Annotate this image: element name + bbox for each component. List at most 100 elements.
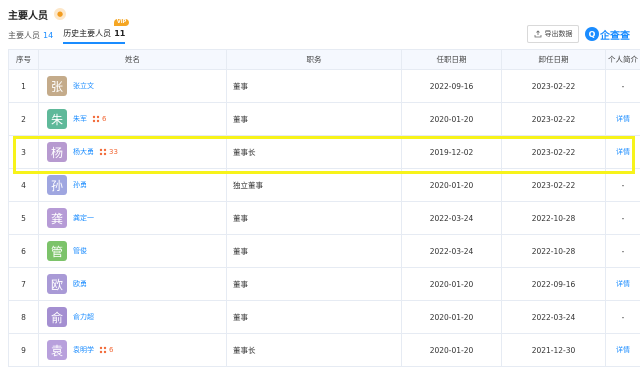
person-name-link[interactable]: 俞力超 <box>73 312 94 322</box>
tab-count: 11 <box>114 29 126 38</box>
cell-end-date: 2022-03-24 <box>501 300 606 334</box>
cell-end-date: 2021-12-30 <box>501 333 606 367</box>
table-header-row: 序号 姓名 职务 任职日期 卸任日期 个人简介 <box>8 49 640 70</box>
section-header: 主要人员 ● <box>8 6 66 22</box>
person-name-link[interactable]: 孙勇 <box>73 180 87 190</box>
cell-index: 5 <box>8 201 39 235</box>
profile-detail-link[interactable]: 详情 <box>616 346 630 354</box>
tab-main-personnel[interactable]: 主要人员 14 <box>8 30 53 44</box>
profile-detail-link: - <box>621 81 625 91</box>
cell-profile: - <box>605 234 640 268</box>
cell-profile: - <box>605 69 640 103</box>
table-row: 2 朱 朱军 6 董事 2020-01-20 2023-02-22 详情 <box>8 102 640 136</box>
relation-count[interactable]: 33 <box>99 148 118 156</box>
vip-badge: VIP <box>113 19 130 26</box>
cell-profile: - <box>605 201 640 235</box>
cell-start-date: 2022-03-24 <box>401 234 502 268</box>
cell-start-date: 2022-09-16 <box>401 69 502 103</box>
cell-profile: 详情 <box>605 333 640 367</box>
cell-start-date: 2020-01-20 <box>401 300 502 334</box>
person-name-link[interactable]: 张立文 <box>73 81 94 91</box>
export-data-button[interactable]: 导出数据 <box>527 25 579 43</box>
cell-position: 董事 <box>226 300 402 334</box>
header-end-date: 卸任日期 <box>501 49 606 70</box>
tab-history-personnel[interactable]: 历史主要人员 11 VIP <box>63 19 130 44</box>
cell-index: 7 <box>8 267 39 301</box>
cell-start-date: 2020-01-20 <box>401 333 502 367</box>
cell-start-date: 2020-01-20 <box>401 102 502 136</box>
relation-count[interactable]: 6 <box>99 346 113 354</box>
cell-index: 4 <box>8 168 39 202</box>
cell-index: 9 <box>8 333 39 367</box>
avatar[interactable]: 俞 <box>47 307 67 327</box>
cell-end-date: 2023-02-22 <box>501 168 606 202</box>
profile-detail-link[interactable]: 详情 <box>616 280 630 288</box>
brand-name: 企查查 <box>600 30 630 42</box>
cell-name: 欧 欧勇 <box>38 267 227 301</box>
profile-detail-link: - <box>621 213 625 223</box>
cell-position: 独立董事 <box>226 168 402 202</box>
cell-profile: 详情 <box>605 102 640 136</box>
cell-end-date: 2023-02-22 <box>501 135 606 169</box>
cell-profile: - <box>605 300 640 334</box>
export-icon <box>534 30 541 38</box>
tab-label: 历史主要人员 <box>63 29 112 38</box>
table-row: 3 杨 杨大勇 33 董事长 2019-12-02 2023-02-22 详情 <box>8 135 640 169</box>
cell-position: 董事 <box>226 267 402 301</box>
relation-count-value: 33 <box>109 148 118 156</box>
relation-count[interactable]: 6 <box>92 115 106 123</box>
info-badge-icon[interactable]: ● <box>54 8 66 20</box>
person-name-link[interactable]: 欧勇 <box>73 279 87 289</box>
cell-position: 董事 <box>226 102 402 136</box>
relation-count-value: 6 <box>102 115 107 123</box>
header-name: 姓名 <box>38 49 227 70</box>
avatar[interactable]: 孙 <box>47 175 67 195</box>
cell-name: 管 管俊 <box>38 234 227 268</box>
person-name-link[interactable]: 朱军 <box>73 114 87 124</box>
relation-count-value: 6 <box>109 346 114 354</box>
cell-name: 朱 朱军 6 <box>38 102 227 136</box>
tab-bar: 主要人员 14 历史主要人员 11 VIP <box>8 19 135 44</box>
avatar[interactable]: 朱 <box>47 109 67 129</box>
cell-position: 董事 <box>226 201 402 235</box>
cell-position: 董事长 <box>226 135 402 169</box>
avatar[interactable]: 管 <box>47 241 67 261</box>
table-row: 1 张 张立文 董事 2022-09-16 2023-02-22 - <box>8 69 640 103</box>
profile-detail-link: - <box>621 312 625 322</box>
cell-profile: 详情 <box>605 267 640 301</box>
avatar[interactable]: 欧 <box>47 274 67 294</box>
profile-detail-link: - <box>621 246 625 256</box>
cell-name: 龚 龚定一 <box>38 201 227 235</box>
qcc-logo-icon: Q <box>585 27 599 41</box>
table-row: 4 孙 孙勇 独立董事 2020-01-20 2023-02-22 - <box>8 168 640 202</box>
cell-start-date: 2022-03-24 <box>401 201 502 235</box>
tab-count: 14 <box>43 31 54 40</box>
cell-position: 董事长 <box>226 333 402 367</box>
profile-detail-link[interactable]: 详情 <box>616 115 630 123</box>
cell-index: 1 <box>8 69 39 103</box>
table-row: 8 俞 俞力超 董事 2020-01-20 2022-03-24 - <box>8 300 640 334</box>
avatar[interactable]: 龚 <box>47 208 67 228</box>
header-position: 职务 <box>226 49 402 70</box>
avatar[interactable]: 袁 <box>47 340 67 360</box>
cell-position: 董事 <box>226 69 402 103</box>
person-name-link[interactable]: 龚定一 <box>73 213 94 223</box>
relation-graph-icon <box>99 346 107 354</box>
relation-graph-icon <box>92 115 100 123</box>
cell-end-date: 2023-02-22 <box>501 69 606 103</box>
table-row: 5 龚 龚定一 董事 2022-03-24 2022-10-28 - <box>8 201 640 235</box>
person-name-link[interactable]: 管俊 <box>73 246 87 256</box>
cell-name: 张 张立文 <box>38 69 227 103</box>
person-name-link[interactable]: 杨大勇 <box>73 147 94 157</box>
cell-position: 董事 <box>226 234 402 268</box>
profile-detail-link[interactable]: 详情 <box>616 148 630 156</box>
avatar[interactable]: 张 <box>47 76 67 96</box>
avatar[interactable]: 杨 <box>47 142 67 162</box>
brand-logo: Q 企查查 <box>585 25 630 43</box>
table-row: 7 欧 欧勇 董事 2020-01-20 2022-09-16 详情 <box>8 267 640 301</box>
history-personnel-table: 序号 姓名 职务 任职日期 卸任日期 个人简介 1 张 张立文 董事 2022-… <box>8 49 640 367</box>
cell-end-date: 2022-10-28 <box>501 234 606 268</box>
person-name-link[interactable]: 袁明学 <box>73 345 94 355</box>
cell-end-date: 2022-10-28 <box>501 201 606 235</box>
cell-index: 8 <box>8 300 39 334</box>
